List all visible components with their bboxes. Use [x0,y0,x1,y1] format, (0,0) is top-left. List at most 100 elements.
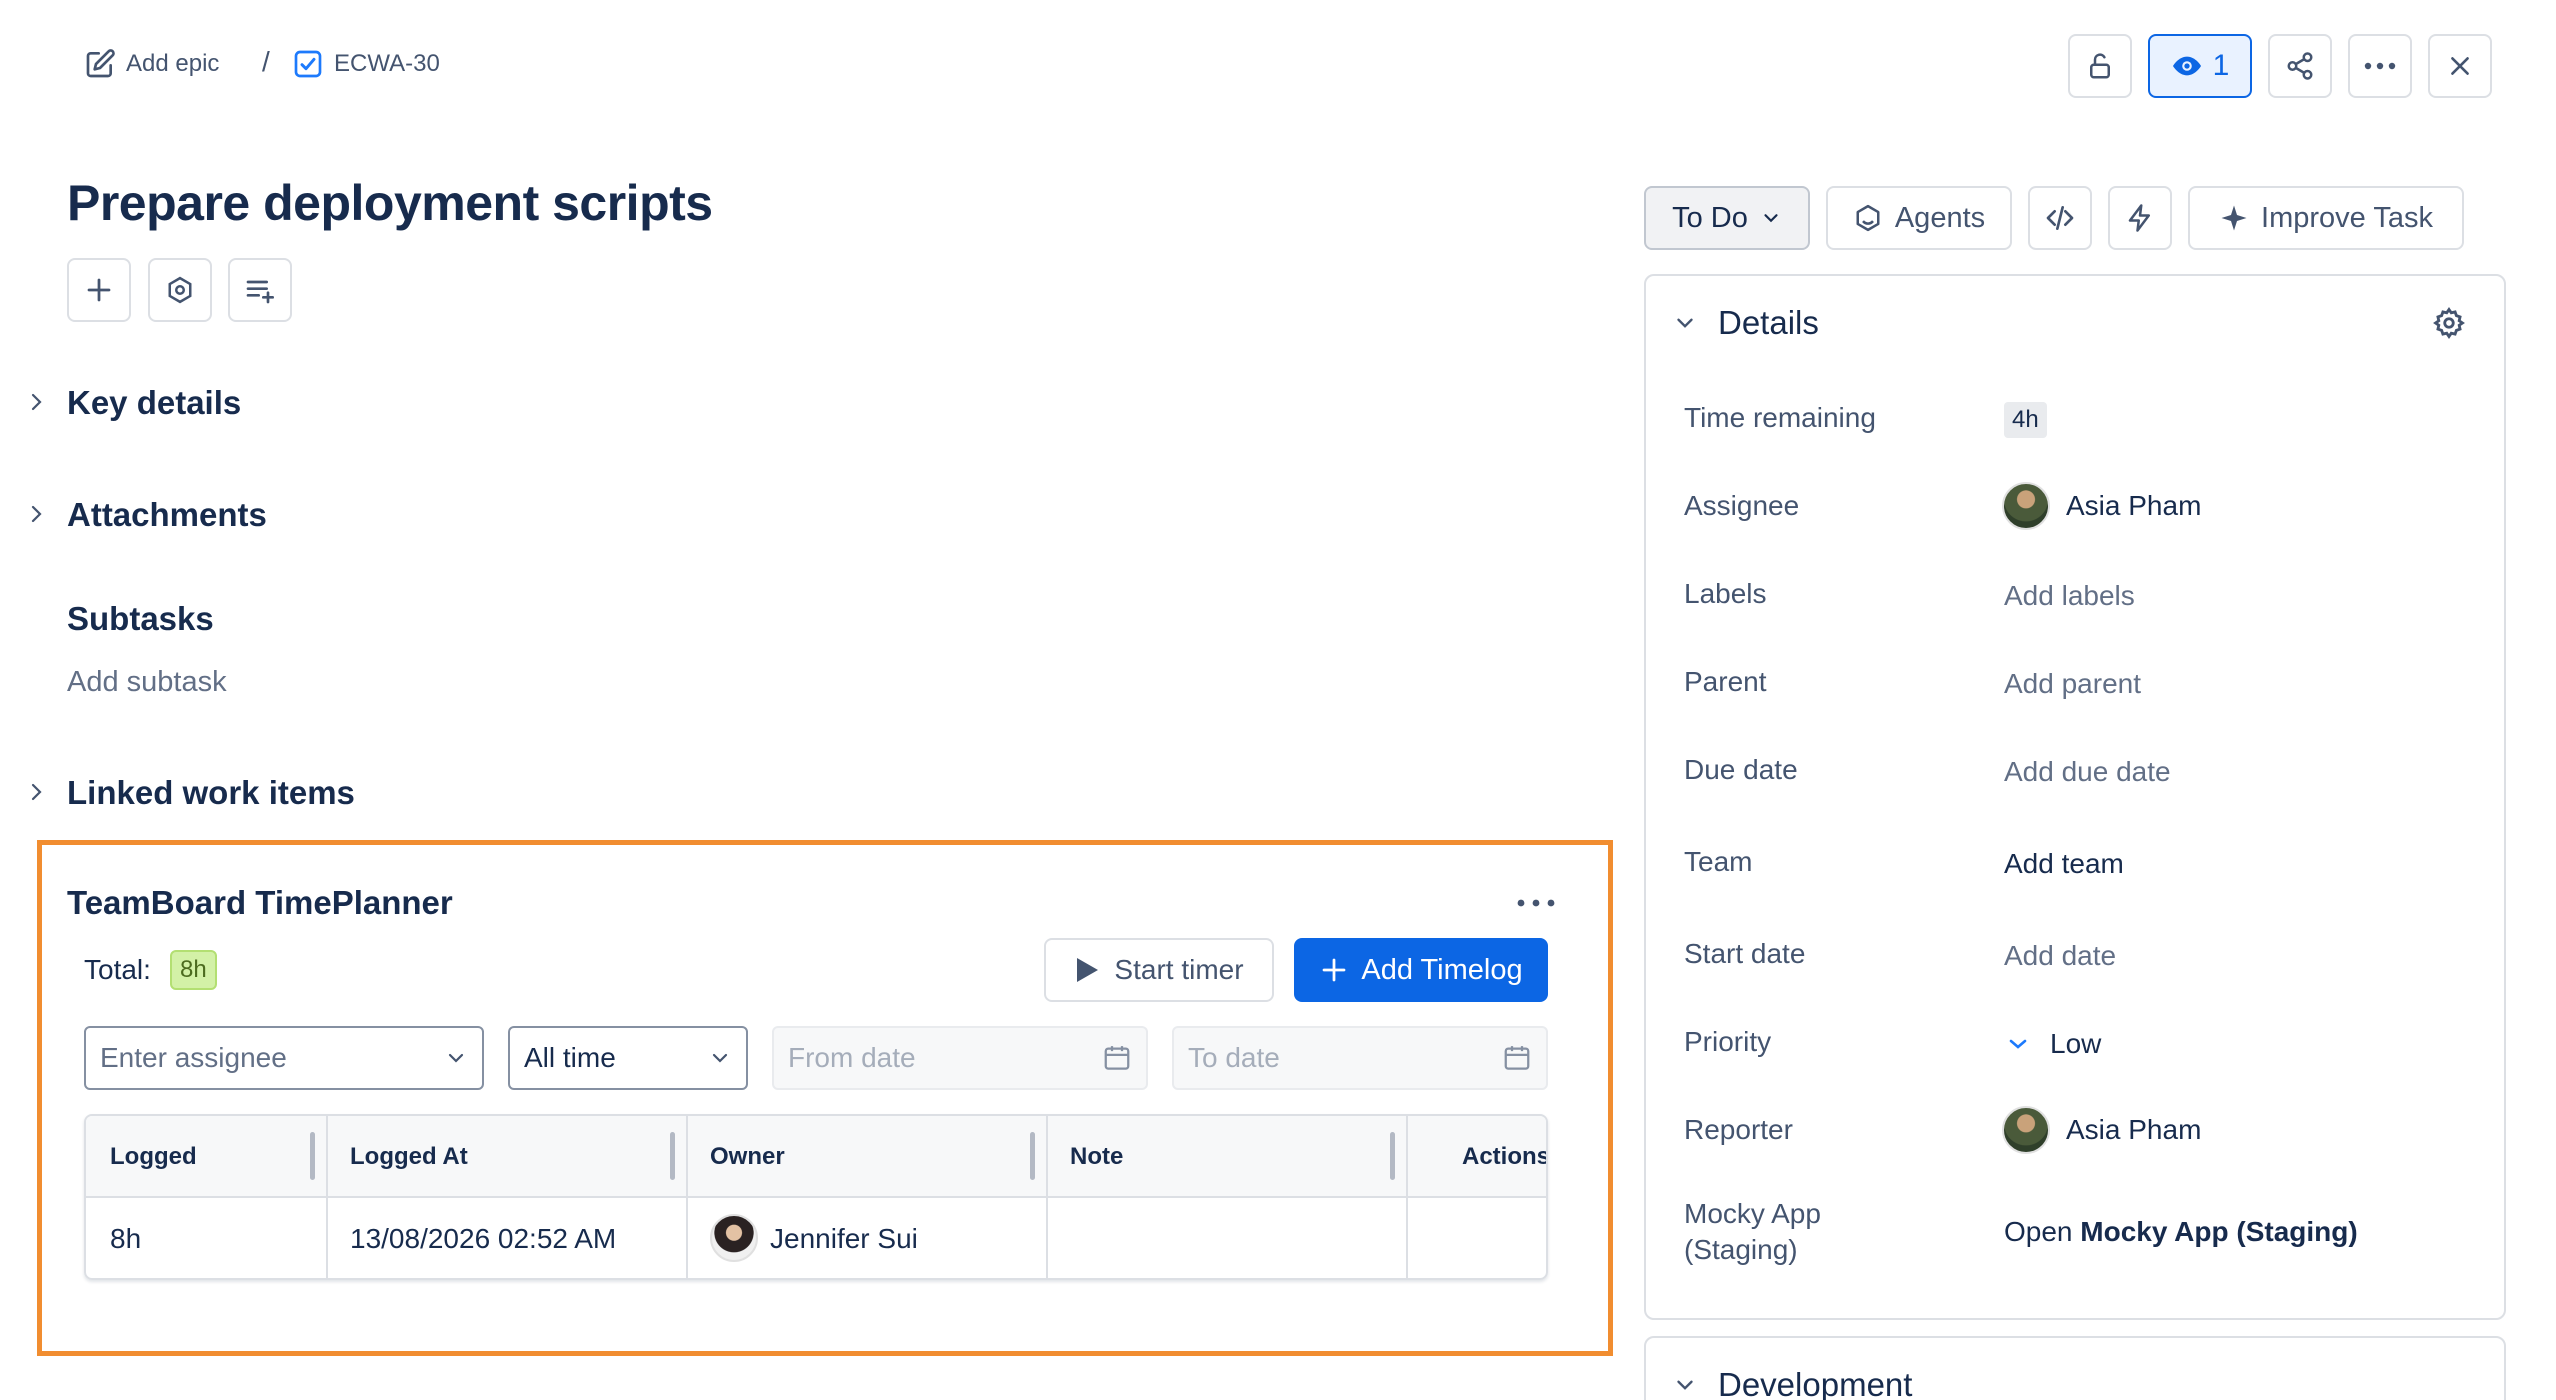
avatar [2002,1106,2050,1154]
chevron-down-icon [444,1046,468,1070]
improve-task-button[interactable]: Improve Task [2188,186,2464,250]
status-dropdown[interactable]: To Do [1644,186,1810,250]
add-timelog-button[interactable]: Add Timelog [1294,938,1548,1002]
subtasks-heading: Subtasks [67,600,214,637]
column-header-note[interactable]: Note [1070,1116,1123,1198]
add-subtask-link[interactable]: Add subtask [67,666,227,699]
development-heading[interactable]: Development [1718,1366,1912,1400]
field-label-time-remaining: Time remaining [1684,402,1876,433]
agents-label: Agents [1894,201,1986,234]
automation-button[interactable] [2108,186,2172,250]
column-resize-handle[interactable] [310,1132,315,1180]
assignee-value[interactable]: Asia Pham [2066,490,2201,522]
chevron-down-icon[interactable] [1672,310,1698,336]
more-actions-button[interactable] [2348,34,2412,98]
edit-icon [84,48,116,80]
field-label-parent: Parent [1684,666,1767,697]
start-date-value[interactable]: Add date [2004,940,2116,972]
priority-low-icon [2004,1032,2032,1056]
issue-title[interactable]: Prepare deployment scripts [67,174,713,232]
plus-icon [1319,955,1349,985]
avatar [2002,482,2050,530]
breadcrumb-separator: / [262,46,270,77]
parent-value[interactable]: Add parent [2004,668,2141,700]
code-button[interactable] [2028,186,2092,250]
period-select[interactable]: All time [508,1026,748,1090]
timeplanner-more-button[interactable] [1516,898,1556,908]
field-label-priority: Priority [1684,1026,1772,1057]
key-details-heading[interactable]: Key details [67,384,241,422]
cell-logged-at: 13/08/2026 02:52 AM [350,1223,617,1254]
breadcrumb-issue-key[interactable]: ECWA-30 [292,44,440,84]
improve-task-label: Improve Task [2261,201,2433,234]
mocky-open-label: Open [2004,1216,2073,1247]
chevron-down-icon[interactable] [1672,1372,1698,1398]
total-label: Total: [84,954,151,985]
more-horizontal-icon [1516,898,1556,908]
status-label: To Do [1672,201,1748,234]
priority-value[interactable]: Low [2050,1028,2101,1060]
issue-key-label: ECWA-30 [334,50,440,77]
from-date-placeholder: From date [788,1042,916,1073]
chevron-right-icon[interactable] [24,390,48,414]
to-date-placeholder: To date [1188,1042,1280,1073]
mocky-label-line1: Mocky App [1684,1198,1821,1229]
field-label-assignee: Assignee [1684,490,1800,521]
chevron-right-icon[interactable] [24,502,48,526]
due-date-value[interactable]: Add due date [2004,756,2171,788]
add-epic-label: Add epic [126,50,220,77]
from-date-input[interactable]: From date [772,1026,1148,1090]
to-date-input[interactable]: To date [1172,1026,1548,1090]
cell-owner: Jennifer Sui [770,1223,918,1254]
column-divider [1406,1116,1408,1278]
add-button[interactable] [67,258,131,322]
column-divider [686,1116,688,1278]
field-label-labels: Labels [1684,578,1767,609]
mocky-app-link[interactable]: Open Mocky App (Staging) [2004,1216,2358,1248]
agents-button[interactable]: Agents [1826,186,2012,250]
start-timer-button[interactable]: Start timer [1044,938,1274,1002]
task-checkbox-icon [292,48,324,80]
add-checklist-button[interactable] [228,258,292,322]
mocky-label-line2: (Staging) [1684,1234,1798,1265]
share-button[interactable] [2268,34,2332,98]
attachments-heading[interactable]: Attachments [67,496,267,534]
reporter-value[interactable]: Asia Pham [2066,1114,2201,1146]
timeplanner-title: TeamBoard TimePlanner [67,884,453,921]
timelog-table: Logged Logged At Owner Note Actions 8h 1… [84,1114,1548,1280]
column-resize-handle[interactable] [1390,1132,1395,1180]
sparkle-icon [2219,203,2249,233]
column-header-actions[interactable]: Actions [1462,1116,1546,1198]
lock-button[interactable] [2068,34,2132,98]
calendar-icon [1502,1043,1532,1073]
column-header-owner[interactable]: Owner [710,1116,785,1198]
unlock-icon [2085,51,2115,81]
column-resize-handle[interactable] [670,1132,675,1180]
field-label-start-date: Start date [1684,938,1806,969]
column-divider [326,1116,328,1278]
team-value[interactable]: Add team [2004,848,2124,880]
mocky-app-name: Mocky App (Staging) [2080,1216,2358,1247]
labels-value[interactable]: Add labels [2004,580,2135,612]
apps-button[interactable] [148,258,212,322]
linked-work-items-heading[interactable]: Linked work items [67,774,355,812]
watch-button[interactable]: 1 [2148,34,2252,98]
close-button[interactable] [2428,34,2492,98]
details-heading[interactable]: Details [1718,304,1819,342]
assignee-select[interactable]: Enter assignee [84,1026,484,1090]
gear-icon[interactable] [2432,306,2466,340]
close-icon [2447,53,2473,79]
cell-logged: 8h [110,1223,142,1254]
column-header-logged[interactable]: Logged [110,1116,197,1198]
watchers-count: 1 [2212,49,2230,82]
column-header-logged-at[interactable]: Logged At [350,1116,468,1198]
start-timer-label: Start timer [1114,954,1244,985]
breadcrumb-add-epic[interactable]: Add epic [84,44,219,84]
column-resize-handle[interactable] [1030,1132,1035,1180]
table-header [86,1116,1546,1198]
chevron-right-icon[interactable] [24,780,48,804]
share-icon [2285,51,2315,81]
chevron-down-icon [1760,207,1782,229]
plus-icon [84,275,114,305]
total-badge: 8h [170,950,217,990]
